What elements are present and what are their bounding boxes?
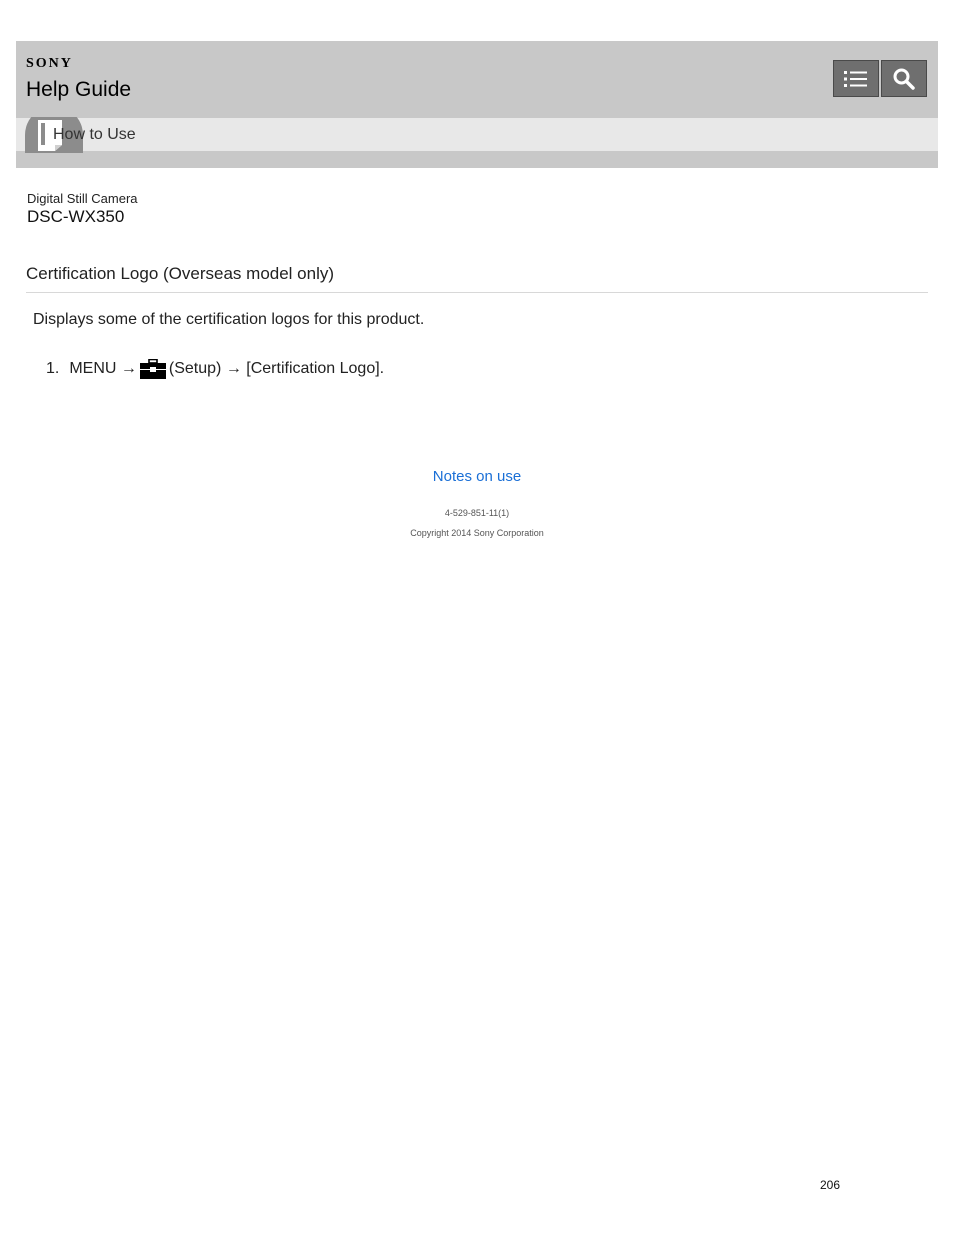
search-button[interactable]: [881, 60, 927, 97]
help-guide-title[interactable]: Help Guide: [26, 78, 131, 102]
table-of-contents-button[interactable]: [833, 60, 879, 97]
step-text-menu: MENU →: [69, 360, 137, 377]
copyright: Copyright 2014 Sony Corporation: [410, 528, 544, 538]
step-item: 1. MENU → (Setup) → [Certification Logo]…: [46, 359, 384, 379]
step-text-setup: (Setup) → [Certification Logo].: [168, 360, 385, 377]
document-code: 4-529-851-11(1): [444, 508, 510, 518]
topic-description: Displays some of the certification logos…: [33, 311, 425, 328]
product-model: DSC-WX350: [27, 207, 125, 226]
breadcrumb-bar: How to Use: [16, 117, 938, 153]
toolbox-icon: [139, 359, 166, 379]
page: SONY Help Guide How to Use Digital Still…: [0, 0, 954, 1235]
search-icon: [893, 68, 915, 90]
topic-title: Certification Logo (Overseas model only): [26, 264, 335, 283]
notes-on-use-link[interactable]: Notes on use: [0, 468, 954, 485]
brand-logo: SONY: [26, 56, 73, 71]
header: SONY Help Guide How to Use: [16, 41, 938, 168]
divider: [26, 292, 928, 293]
step-number: 1.: [46, 360, 60, 377]
page-number: 206: [820, 1178, 841, 1192]
product-category: Digital Still Camera: [27, 191, 138, 206]
how-to-use-link[interactable]: How to Use: [53, 126, 136, 144]
list-icon: [844, 70, 867, 87]
